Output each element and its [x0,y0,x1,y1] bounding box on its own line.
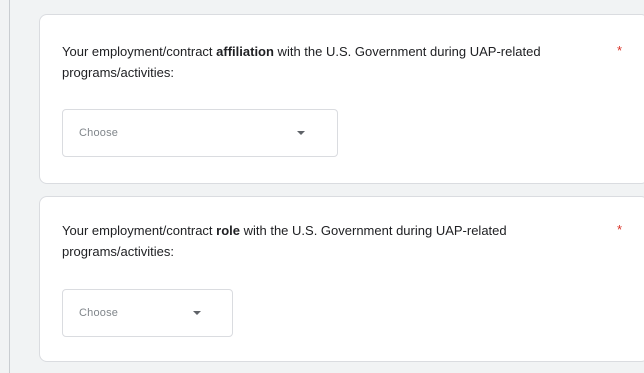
chevron-down-icon [193,311,201,315]
dropdown-selected-value: Choose [79,307,119,319]
question-card-affiliation: Your employment/contract affiliation wit… [39,14,644,184]
question-text-affiliation: Your employment/contract affiliation wit… [62,41,582,83]
required-asterisk: * [616,222,622,237]
question-text-part: Your employment/contract [62,44,217,59]
form-frame: Your employment/contract affiliation wit… [9,0,644,373]
role-dropdown[interactable]: Choose [62,289,233,337]
question-text-part: Your employment/contract [62,223,217,238]
dropdown-selected-value: Choose [79,127,119,139]
question-emphasis: affiliation [216,44,274,59]
question-text-role: Your employment/contract role with the U… [62,220,582,262]
required-asterisk: * [616,43,622,58]
question-emphasis: role [216,223,240,238]
affiliation-dropdown[interactable]: Choose [62,109,338,157]
chevron-down-icon [297,131,305,135]
question-card-role: Your employment/contract role with the U… [39,196,644,362]
